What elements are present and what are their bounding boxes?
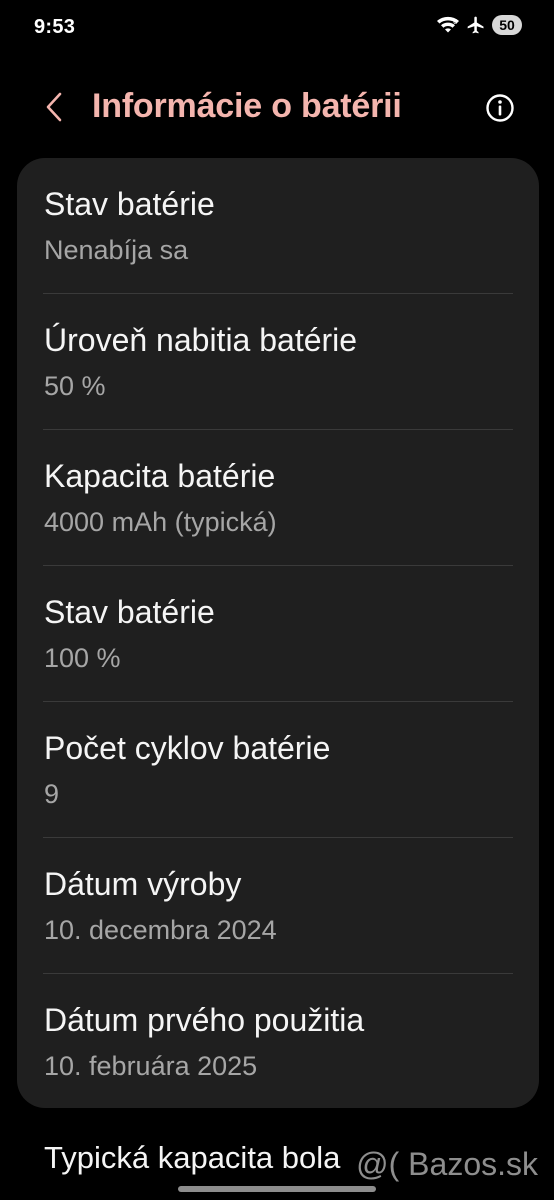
- page-title: Informácie o batérii: [92, 87, 402, 125]
- list-item-value: 9: [44, 779, 60, 809]
- list-item-value: 50 %: [44, 371, 106, 401]
- list-item-title: Úroveň nabitia batérie: [44, 322, 358, 358]
- status-icons: 6 50: [436, 15, 522, 35]
- list-item-health[interactable]: Stav batérie 100 %: [17, 566, 539, 702]
- list-item-title: Dátum prvého použitia: [44, 1002, 365, 1038]
- watermark: @( Bazos.sk: [356, 1146, 538, 1182]
- airplane-icon: [466, 15, 486, 35]
- info-circle-icon: [484, 94, 516, 128]
- battery-info-card: Stav batérie Nenabíja sa Úroveň nabitia …: [17, 158, 539, 1108]
- chevron-left-icon: [44, 91, 64, 128]
- list-item-value: Nenabíja sa: [44, 235, 189, 265]
- list-item-value: 100 %: [44, 643, 121, 673]
- svg-text:6: 6: [453, 18, 458, 26]
- list-item-title: Dátum výroby: [44, 866, 242, 902]
- battery-indicator: 50: [492, 15, 522, 35]
- status-time: 9:53: [34, 16, 76, 38]
- wifi-icon: 6: [436, 15, 460, 35]
- typical-capacity-text: Typická kapacita bola: [44, 1140, 341, 1175]
- list-item-manufacture-date[interactable]: Dátum výroby 10. decembra 2024: [17, 838, 539, 974]
- app-bar: Informácie o batérii: [0, 78, 554, 140]
- list-item-charging-state[interactable]: Stav batérie Nenabíja sa: [17, 158, 539, 294]
- list-item-cycle-count[interactable]: Počet cyklov batérie 9: [17, 702, 539, 838]
- list-item-value: 4000 mAh (typická): [44, 507, 277, 537]
- home-indicator: [178, 1186, 376, 1192]
- status-bar: 9:53 6 50: [0, 0, 554, 58]
- info-button[interactable]: [484, 92, 516, 124]
- list-item-first-use-date[interactable]: Dátum prvého použitia 10. februára 2025: [17, 974, 539, 1108]
- list-item-value: 10. decembra 2024: [44, 915, 277, 945]
- list-item-title: Počet cyklov batérie: [44, 730, 331, 766]
- list-item-charge-level[interactable]: Úroveň nabitia batérie 50 %: [17, 294, 539, 430]
- list-item-title: Stav batérie: [44, 594, 215, 630]
- back-button[interactable]: [34, 89, 74, 129]
- list-item-title: Stav batérie: [44, 186, 215, 222]
- list-item-value: 10. februára 2025: [44, 1051, 258, 1081]
- list-item-title: Kapacita batérie: [44, 458, 276, 494]
- list-item-capacity[interactable]: Kapacita batérie 4000 mAh (typická): [17, 430, 539, 566]
